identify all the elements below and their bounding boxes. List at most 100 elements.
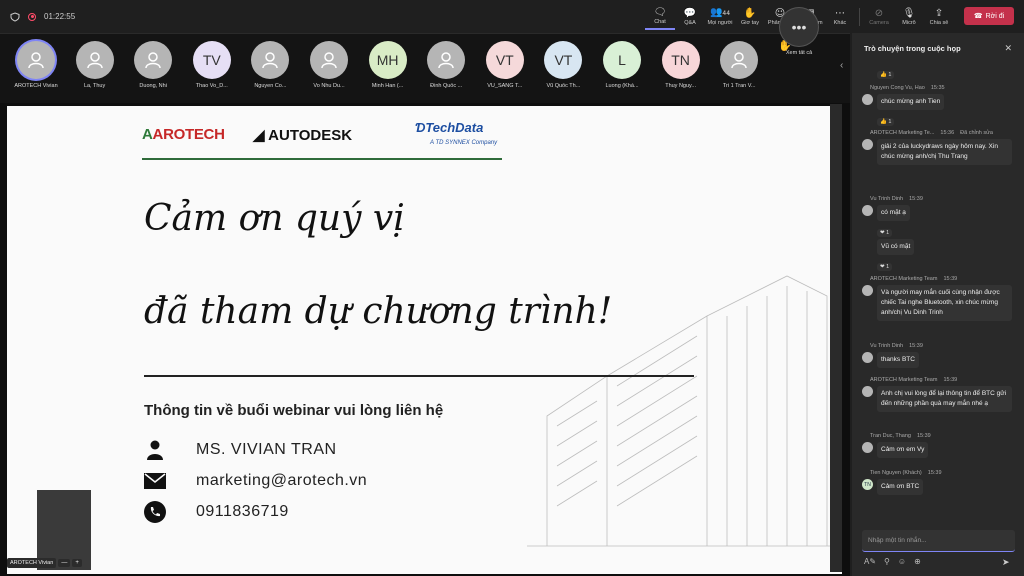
participant-tile[interactable]: Duong, Nhi (125, 41, 181, 89)
stage-scrollbar[interactable] (830, 104, 842, 572)
shared-content-stage: AAROTECH ◢ AUTODESK ƊTechData A TD SYNNE… (0, 103, 850, 576)
message-bubble[interactable]: giải 2 của luckydraws ngày hôm nay. Xin … (877, 139, 1012, 165)
message-row: TN Cảm ơn BTC (862, 479, 1012, 495)
share-icon: ⇪ (934, 7, 944, 19)
message-bubble[interactable]: chúc mừng anh Tien (877, 94, 945, 110)
qa-button[interactable]: 💬 Q&A (675, 3, 705, 30)
message-author: AROTECH Marketing Te... (870, 130, 935, 136)
message-meta: Vu Trinh Dinh 15:39 (870, 343, 1012, 349)
message-meta: Tran Duc, Thang 15:39 (870, 433, 1012, 439)
message-bubble[interactable]: có mặt ạ (877, 205, 910, 221)
message-bubble[interactable]: Cảm ơn em Vy (877, 442, 929, 458)
techdata-mark-icon: Ɗ (415, 120, 426, 135)
autodesk-mark-icon: ◢ (253, 127, 269, 144)
participant-tile[interactable]: TV Thao Vo_D... (184, 41, 240, 89)
raise-hand-button[interactable]: ✋ Giơ tay (735, 3, 765, 30)
reaction-badge[interactable]: 👍 1 (877, 71, 895, 79)
person-icon (28, 52, 44, 69)
leave-button[interactable]: ☎ Rời đi (964, 7, 1014, 25)
message-row: Vũ có mặt (862, 239, 1012, 255)
mic-button[interactable]: 🎙 Micrô (894, 3, 924, 30)
participant-tile[interactable]: VT VŨ_SANG T... (477, 41, 533, 89)
more-options-icon[interactable]: ⊕ (914, 557, 921, 566)
message-author: Vu Trinh Dinh (870, 196, 904, 202)
participant-tile[interactable]: VT Vũ Quốc Th... (535, 41, 591, 89)
hand-icon: ✋ (743, 7, 757, 19)
participant-tile[interactable]: Nguyen Co... (242, 41, 298, 89)
participant-tile[interactable]: TN Thuy Nguy... (653, 41, 709, 89)
avatar (862, 205, 873, 216)
reaction-badge[interactable]: ❤ 1 (877, 229, 893, 237)
see-all-button[interactable]: ••• Xem tất cả (771, 8, 827, 56)
avatar: L (603, 41, 641, 79)
avatar (862, 442, 873, 453)
participant-name: Vo Nhu Du... (313, 83, 345, 89)
avatar-initials: TN (671, 52, 690, 68)
chat-input[interactable]: Nhập một tin nhắn... (862, 530, 1015, 552)
participant-tile[interactable]: La, Thuy (67, 41, 123, 89)
ellipsis-icon: ⋯ (835, 7, 845, 19)
message-meta: AROTECH Marketing Te... 15:36 Đã chỉnh sửa (870, 130, 1012, 136)
message-row: chúc mừng anh Tien (862, 94, 1012, 110)
message-bubble[interactable]: thanks BTC (877, 352, 919, 368)
avatar (862, 386, 873, 397)
contact-name: MS. VIVIAN TRAN (196, 441, 337, 458)
message-bubble[interactable]: Cảm ơn BTC (877, 479, 924, 495)
participant-name: AROTECH Vivian (14, 83, 58, 89)
minimize-icon[interactable]: — (58, 559, 71, 567)
participant-tile[interactable]: Vo Nhu Du... (301, 41, 357, 89)
participant-tile[interactable]: Đinh Quốc ... (418, 41, 474, 89)
people-button[interactable]: 👥44 Mọi người (705, 3, 735, 30)
participant-tile[interactable]: AROTECH Vivian (8, 41, 64, 89)
chat-message: Nguyen Cong Vu, Hao 15:35 chúc mừng anh Ti… (862, 85, 1012, 128)
participant-name: Nguyen Co... (254, 83, 287, 89)
message-time: 15:36 (940, 130, 955, 136)
participant-name: Thuy Nguy... (665, 83, 696, 89)
reaction-badge[interactable]: ❤ 1 (877, 263, 893, 271)
chat-message: 👍 1 (862, 63, 1012, 81)
person-icon (144, 439, 166, 461)
people-count: 44 (722, 10, 731, 17)
participant-tile[interactable]: MH Minh Han (... (360, 41, 416, 89)
message-meta: Nguyen Cong Vu, Hao 15:35 (870, 85, 1012, 91)
chat-message: Vu Trinh Dinh 15:39 có mặt ạ ❤ 1 (862, 196, 1012, 239)
message-bubble[interactable]: Vũ có mặt (877, 239, 915, 255)
top-bar: 01:22:55 🗨 Chat 💬 Q&A 👥44 Mọi người ✋ Giơ ta… (0, 0, 1024, 33)
plus-icon[interactable]: + (72, 559, 82, 567)
attach-icon[interactable]: ⚲ (884, 557, 890, 566)
send-icon[interactable]: ➤ (1002, 557, 1010, 568)
avatar: TV (192, 41, 231, 79)
more-button[interactable]: ⋯ Khác (825, 3, 855, 30)
avatar (17, 41, 55, 79)
header-underline (142, 158, 502, 160)
autodesk-logo: ◢ AUTODESK (253, 127, 353, 144)
message-meta: AROTECH Marketing Team 15:39 (870, 276, 1012, 282)
message-bubble[interactable]: Anh chị vui lòng để lại thông tin để BTC… (877, 386, 1012, 412)
close-icon[interactable]: ✕ (1004, 43, 1012, 54)
avatar (310, 41, 348, 79)
chat-message: AROTECH Marketing Team 15:39 Anh chị vui l… (862, 377, 1012, 412)
recording-icon (28, 12, 36, 21)
techdata-tagline: A TD SYNNEX Company (430, 140, 498, 146)
ellipsis-icon: ••• (780, 8, 818, 46)
message-bubble[interactable]: Và người may mắn cuối cùng nhận được chi… (877, 285, 1012, 321)
camera-off-icon: ⊘ (874, 7, 884, 19)
chat-message: AROTECH Marketing Team 15:39 Và người may … (862, 276, 1012, 321)
participant-tile[interactable]: L Luong (Khá... (594, 41, 650, 89)
avatar: VT (485, 41, 524, 79)
message-meta: Vu Trinh Dinh 15:39 (870, 196, 1012, 202)
camera-button[interactable]: ⊘ Camera (864, 3, 894, 30)
share-button[interactable]: ⇪ Chia sẻ (924, 3, 954, 30)
person-icon (731, 52, 747, 69)
person-icon (262, 52, 279, 69)
reaction-badge[interactable]: 👍 1 (877, 118, 895, 126)
chevron-left-icon[interactable]: ‹ (840, 60, 843, 71)
emoji-icon[interactable]: ☺ (898, 557, 906, 566)
participant-tile[interactable]: Tri 1 Tran V... (711, 41, 767, 89)
format-icon[interactable]: A✎ (864, 557, 876, 566)
chat-button[interactable]: 🗨 Chat (645, 3, 675, 30)
message-row: có mặt ạ (862, 205, 1012, 221)
chat-message: AROTECH Marketing Te... 15:36 Đã chỉnh sửa… (862, 130, 1012, 165)
chat-panel: Trò chuyện trong cuộc họp ✕ 👍 1 Nguyen Co… (852, 33, 1024, 576)
shield-icon (10, 11, 20, 22)
